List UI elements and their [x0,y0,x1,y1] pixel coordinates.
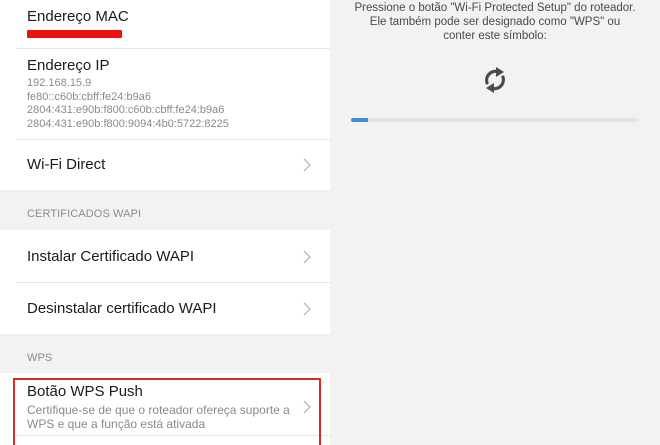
ip-address-line: 2804:431:e90b:f800:9094:4b0:5722:8225 [27,117,229,130]
wifi-advanced-settings: Endereço MAC Endereço IP 192.168.15.9 fe… [0,0,330,445]
chevron-right-icon [303,158,311,172]
redacted-mac-value [27,30,122,38]
mac-address-row: Endereço MAC [0,0,330,48]
wapi-certificates-header: CERTIFICADOS WAPI [27,208,142,220]
network-info-card: Endereço MAC Endereço IP 192.168.15.9 fe… [0,0,330,190]
uninstall-wapi-certificate-title: Desinstalar certificado WAPI [27,300,217,317]
uninstall-wapi-certificate-row[interactable]: Desinstalar certificado WAPI [0,283,330,334]
wps-section-header: WPS [27,352,53,364]
mac-address-title: Endereço MAC [27,8,129,25]
install-wapi-certificate-row[interactable]: Instalar Certificado WAPI [0,230,330,282]
ip-address-line: 2804:431:e90b:f800:c60b:cbff:fe24:b9a6 [27,104,225,116]
ip-address-line: 192.168.15.9 [27,77,92,89]
wifi-direct-title: Wi-Fi Direct [27,156,106,173]
ip-address-line: fe80::c60b:cbff:fe24:b9a6 [27,90,151,103]
wps-instruction-line: Pressione o botão "Wi-Fi Protected Setup… [354,2,636,14]
ip-address-row: Endereço IP 192.168.15.9 fe80::c60b:cbff… [0,49,330,139]
wps-sync-icon [485,67,505,93]
wps-instruction-line: Ele também pode ser designado como "WPS"… [369,16,621,28]
chevron-right-icon [303,250,311,264]
certificates-card: Instalar Certificado WAPI Desinstalar ce… [0,230,330,334]
wps-push-highlight-box [13,378,321,445]
ip-address-title: Endereço IP [27,57,110,74]
wps-instructions: Pressione o botão "Wi-Fi Protected Setup… [330,1,660,43]
wps-instruction-line: conter este símbolo: [443,30,547,42]
wps-progress-bar [351,118,639,122]
wps-progress-fill [351,118,369,122]
install-wapi-certificate-title: Instalar Certificado WAPI [27,248,194,265]
chevron-right-icon [303,302,311,316]
wifi-direct-row[interactable]: Wi-Fi Direct [0,140,330,190]
